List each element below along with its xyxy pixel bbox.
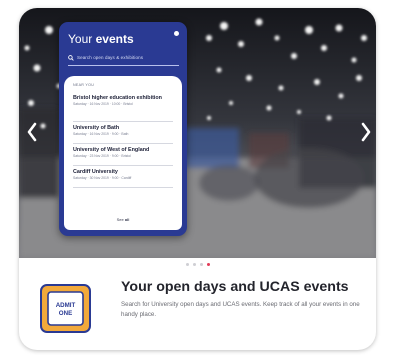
svg-text:ONE: ONE bbox=[59, 310, 72, 317]
feature-headline: Your open days and UCAS events bbox=[121, 279, 349, 295]
list-item: University of West of England Saturday ·… bbox=[73, 147, 150, 159]
search-icon bbox=[68, 54, 74, 61]
list-item: Cardiff University Saturday · 30 Nov 201… bbox=[73, 169, 132, 181]
feature-text: Your open days and UCAS events Search fo… bbox=[121, 278, 366, 320]
preview-title: Your events bbox=[68, 32, 134, 46]
search-placeholder: Search open days & exhibitions bbox=[77, 55, 144, 60]
divider bbox=[73, 187, 173, 188]
next-slide-button[interactable] bbox=[356, 118, 376, 146]
divider bbox=[73, 165, 173, 166]
events-app-preview: Your events Search open days & exhibitio… bbox=[59, 22, 187, 236]
search-underline bbox=[68, 65, 179, 66]
carousel-dot[interactable] bbox=[192, 263, 196, 266]
carousel-dot[interactable] bbox=[185, 263, 189, 266]
list-item: Bristol higher education exhibition Satu… bbox=[73, 95, 162, 107]
list-item: University of Bath Saturday · 16 Nov 201… bbox=[73, 125, 129, 137]
preview-search: Search open days & exhibitions bbox=[68, 52, 179, 63]
carousel-dot[interactable] bbox=[199, 263, 203, 266]
admit-one-ticket-icon: ADMIT ONE bbox=[40, 284, 91, 333]
previous-slide-button[interactable] bbox=[22, 118, 42, 146]
chevron-left-icon bbox=[27, 122, 37, 142]
feature-description: Search for University open days and UCAS… bbox=[121, 301, 360, 318]
chevron-right-icon bbox=[361, 122, 371, 142]
carousel-hero: Your events Search open days & exhibitio… bbox=[19, 8, 376, 258]
menu-dot-icon bbox=[174, 31, 179, 36]
svg-text:ADMIT: ADMIT bbox=[56, 302, 76, 309]
events-list-sheet: NEAR YOU Bristol higher education exhibi… bbox=[64, 76, 182, 230]
section-label: NEAR YOU bbox=[73, 83, 95, 87]
carousel-dot[interactable] bbox=[206, 263, 210, 266]
divider bbox=[73, 121, 173, 122]
see-all-link: See all bbox=[116, 217, 130, 222]
carousel-pagination bbox=[19, 263, 376, 266]
divider bbox=[73, 143, 173, 144]
feature-card: Your events Search open days & exhibitio… bbox=[19, 8, 376, 350]
